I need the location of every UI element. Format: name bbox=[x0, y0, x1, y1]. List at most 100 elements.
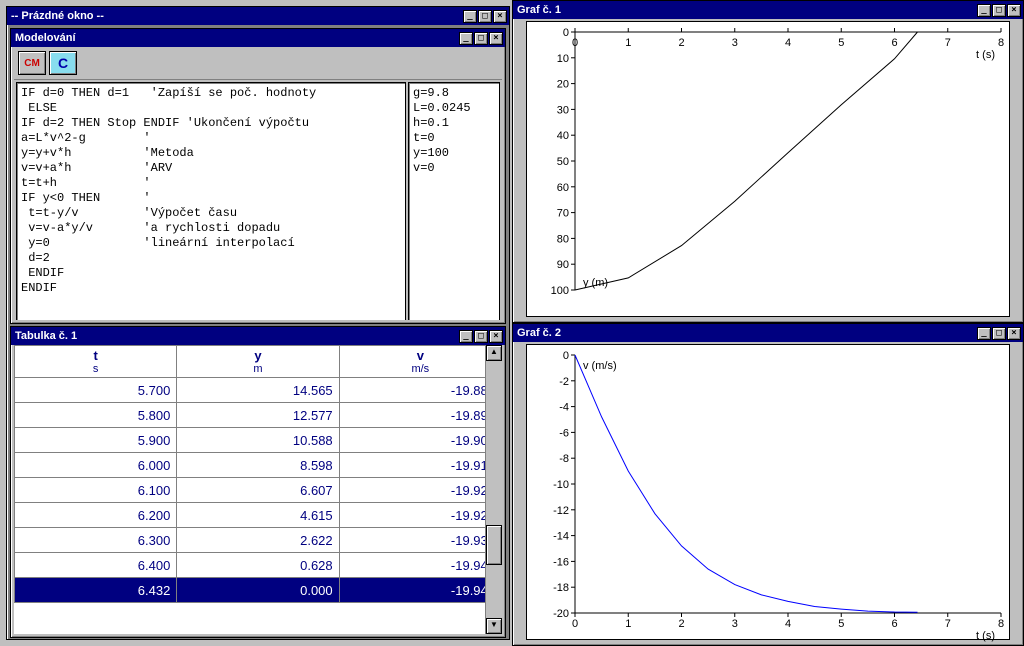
svg-text:10: 10 bbox=[557, 53, 569, 65]
maximize-button[interactable]: □ bbox=[992, 327, 1006, 340]
table-row[interactable]: 6.3002.622-19.935 bbox=[15, 528, 502, 553]
client-area: 0123456780102030405060708090100t (s)y (m… bbox=[516, 19, 1020, 319]
minimize-button[interactable]: _ bbox=[463, 10, 477, 23]
titlebar-tabulka: Tabulka č. 1 _ □ × bbox=[11, 327, 505, 345]
cell[interactable]: -19.880 bbox=[339, 378, 501, 403]
table-row[interactable]: 6.4000.628-19.942 bbox=[15, 553, 502, 578]
cell[interactable]: 6.300 bbox=[15, 528, 177, 553]
cell[interactable]: -19.920 bbox=[339, 478, 501, 503]
window-title: Graf č. 2 bbox=[517, 324, 977, 342]
tool-c-icon[interactable]: C bbox=[49, 51, 77, 75]
svg-text:5: 5 bbox=[838, 37, 844, 49]
svg-text:90: 90 bbox=[557, 259, 569, 271]
minimize-button[interactable]: _ bbox=[459, 330, 473, 343]
svg-text:8: 8 bbox=[998, 618, 1004, 630]
scroll-up-arrow[interactable]: ▲ bbox=[486, 345, 502, 361]
cell[interactable]: 6.400 bbox=[15, 553, 177, 578]
col-header-t[interactable]: ts bbox=[15, 346, 177, 378]
desktop: Graf č. 1 _ □ × 012345678010203040506070… bbox=[0, 0, 1024, 646]
svg-text:0: 0 bbox=[563, 27, 569, 39]
svg-text:2: 2 bbox=[678, 37, 684, 49]
svg-text:80: 80 bbox=[557, 233, 569, 245]
cell[interactable]: -19.928 bbox=[339, 503, 501, 528]
svg-text:-20: -20 bbox=[553, 608, 569, 620]
tool-cm-icon[interactable]: CM bbox=[18, 51, 46, 75]
svg-text:3: 3 bbox=[732, 618, 738, 630]
cell[interactable]: 10.588 bbox=[177, 428, 339, 453]
code-editor-main[interactable]: IF d=0 THEN d=1 'Zapíší se poč. hodnoty … bbox=[16, 82, 406, 320]
scroll-thumb[interactable] bbox=[486, 525, 502, 565]
svg-text:-18: -18 bbox=[553, 582, 569, 594]
data-table-wrap: ts ym vm/s 5.70014.565-19.8805.80012.577… bbox=[14, 345, 502, 634]
cell[interactable]: 6.100 bbox=[15, 478, 177, 503]
svg-text:t (s): t (s) bbox=[976, 630, 995, 642]
svg-text:20: 20 bbox=[557, 79, 569, 91]
cell[interactable]: -19.942 bbox=[339, 553, 501, 578]
window-title: Tabulka č. 1 bbox=[15, 327, 459, 345]
svg-text:-10: -10 bbox=[553, 479, 569, 491]
svg-text:2: 2 bbox=[678, 618, 684, 630]
cell[interactable]: -19.935 bbox=[339, 528, 501, 553]
cell[interactable]: 5.900 bbox=[15, 428, 177, 453]
close-button[interactable]: × bbox=[489, 32, 503, 45]
cell[interactable]: 2.622 bbox=[177, 528, 339, 553]
minimize-button[interactable]: _ bbox=[977, 327, 991, 340]
cell[interactable]: -19.943 bbox=[339, 578, 501, 603]
cell[interactable]: 5.800 bbox=[15, 403, 177, 428]
close-button[interactable]: × bbox=[1007, 4, 1021, 17]
maximize-button[interactable]: □ bbox=[992, 4, 1006, 17]
col-header-y[interactable]: ym bbox=[177, 346, 339, 378]
table-row[interactable]: 5.90010.588-19.902 bbox=[15, 428, 502, 453]
cell[interactable]: 14.565 bbox=[177, 378, 339, 403]
code-row: IF d=0 THEN d=1 'Zapíší se poč. hodnoty … bbox=[14, 80, 502, 320]
maximize-button[interactable]: □ bbox=[478, 10, 492, 23]
scroll-down-arrow[interactable]: ▼ bbox=[486, 618, 502, 634]
cell[interactable]: 4.615 bbox=[177, 503, 339, 528]
svg-text:60: 60 bbox=[557, 182, 569, 194]
cell[interactable]: 12.577 bbox=[177, 403, 339, 428]
cell[interactable]: -19.902 bbox=[339, 428, 501, 453]
code-editor-init[interactable]: g=9.8 L=0.0245 h=0.1 t=0 y=100 v=0 bbox=[408, 82, 500, 320]
col-header-v[interactable]: vm/s bbox=[339, 346, 501, 378]
cell[interactable]: 8.598 bbox=[177, 453, 339, 478]
window-title: Graf č. 1 bbox=[517, 1, 977, 19]
svg-text:1: 1 bbox=[625, 618, 631, 630]
cell[interactable]: -19.892 bbox=[339, 403, 501, 428]
cell[interactable]: 0.628 bbox=[177, 553, 339, 578]
vertical-scrollbar[interactable]: ▲ ▼ bbox=[485, 345, 502, 634]
cell[interactable]: 6.607 bbox=[177, 478, 339, 503]
minimize-button[interactable]: _ bbox=[977, 4, 991, 17]
data-table[interactable]: ts ym vm/s 5.70014.565-19.8805.80012.577… bbox=[14, 345, 502, 603]
svg-text:-6: -6 bbox=[559, 427, 569, 439]
table-row[interactable]: 6.4320.000-19.943 bbox=[15, 578, 502, 603]
svg-text:7: 7 bbox=[945, 37, 951, 49]
maximize-button[interactable]: □ bbox=[474, 32, 488, 45]
table-row[interactable]: 6.1006.607-19.920 bbox=[15, 478, 502, 503]
table-row[interactable]: 5.70014.565-19.880 bbox=[15, 378, 502, 403]
svg-text:-8: -8 bbox=[559, 453, 569, 465]
svg-text:0: 0 bbox=[572, 618, 578, 630]
cell[interactable]: 0.000 bbox=[177, 578, 339, 603]
svg-text:-2: -2 bbox=[559, 376, 569, 388]
maximize-button[interactable]: □ bbox=[474, 330, 488, 343]
cell[interactable]: 6.200 bbox=[15, 503, 177, 528]
svg-text:7: 7 bbox=[945, 618, 951, 630]
titlebar-graf-1: Graf č. 1 _ □ × bbox=[513, 1, 1023, 19]
cell[interactable]: 6.432 bbox=[15, 578, 177, 603]
minimize-button[interactable]: _ bbox=[459, 32, 473, 45]
close-button[interactable]: × bbox=[489, 330, 503, 343]
svg-text:-12: -12 bbox=[553, 505, 569, 517]
close-button[interactable]: × bbox=[493, 10, 507, 23]
cell[interactable]: 5.700 bbox=[15, 378, 177, 403]
table-row[interactable]: 5.80012.577-19.892 bbox=[15, 403, 502, 428]
svg-text:6: 6 bbox=[891, 618, 897, 630]
svg-text:40: 40 bbox=[557, 130, 569, 142]
window-graf-2: Graf č. 2 _ □ × 012345678-20-18-16-14-12… bbox=[512, 323, 1024, 646]
svg-text:30: 30 bbox=[557, 104, 569, 116]
cell[interactable]: 6.000 bbox=[15, 453, 177, 478]
close-button[interactable]: × bbox=[1007, 327, 1021, 340]
cell[interactable]: -19.912 bbox=[339, 453, 501, 478]
table-row[interactable]: 6.2004.615-19.928 bbox=[15, 503, 502, 528]
svg-text:3: 3 bbox=[732, 37, 738, 49]
table-row[interactable]: 6.0008.598-19.912 bbox=[15, 453, 502, 478]
